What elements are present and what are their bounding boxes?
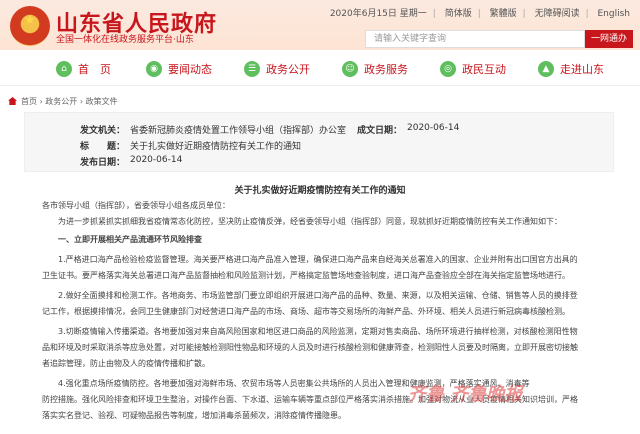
search-button[interactable]: 一网通办 (585, 30, 633, 48)
section-heading: 一、立即开展相关产品流通环节风险排查 (58, 235, 202, 244)
breadcrumb-text[interactable]: 首页 › 政务公开 › 政策文件 (21, 97, 118, 106)
nav-public[interactable]: ☰ 政务公开 (244, 52, 310, 86)
site-header: ★ 山东省人民政府 全国一体化在线政务服务平台·山东 2020年6月15日 星期… (0, 0, 640, 50)
para-2b: 记工作，根据摸排情况，会同卫生健康部门对经营进口海产品的市场、商场、超市等交易场… (42, 307, 570, 316)
pubdate-value: 2020-06-14 (130, 155, 183, 165)
current-date: 2020年6月15日 星期一 (329, 9, 427, 19)
site-subtitle: 全国一体化在线政务服务平台·山东 (56, 35, 194, 45)
pubdate-label: 发布日期： (80, 158, 126, 168)
date-label: 成文日期： (357, 126, 403, 136)
newspaper-watermark: 齐鲁 齐鲁晚报 (408, 384, 523, 405)
traditional-link[interactable]: 繁體版 (490, 9, 517, 19)
nav-service[interactable]: ☺ 政务服务 (342, 52, 408, 86)
title-value: 关于扎实做好近期疫情防控有关工作的通知 (130, 142, 302, 152)
home-icon (8, 97, 17, 105)
para-4c: 落实实名登记、验视、可疑物品报告等制度，增加消毒杀菌频次，消除疫情传播隐患。 (42, 411, 346, 420)
english-link[interactable]: English (598, 9, 631, 19)
nav-home[interactable]: ⌂ 首 页 (56, 52, 111, 86)
nav-interact[interactable]: ◎ 政民互动 (440, 52, 506, 86)
simplified-link[interactable]: 简体版 (445, 9, 472, 19)
nav-shandong[interactable]: ▲ 走进山东 (538, 52, 604, 86)
doc-greeting: 各市领导小组（指挥部），省委领导小组各成员单位： (42, 201, 230, 210)
top-links: 2020年6月15日 星期一 | 简体版 | 繁體版 | 无障碍阅读 | English (329, 9, 631, 19)
document-meta: 发文机关： 省委新冠肺炎疫情处置工作领导小组（指挥部）办公室 成文日期： 202… (24, 112, 614, 172)
document-title: 关于扎实做好近期疫情防控有关工作的通知 (234, 186, 406, 196)
nav-shandong-label: 走进山东 (560, 63, 604, 76)
main-nav: ⌂ 首 页 ◉ 要闻动态 ☰ 政务公开 ☺ 政务服务 ◎ 政民互动 ▲ 走进山东 (0, 52, 640, 86)
para-3b: 品和环境及时采取消杀等应急处置，对可能接触检测阳性物品和环境的人员及时进行核酸检… (42, 343, 578, 352)
issuer-label: 发文机关： (80, 126, 126, 136)
interact-icon: ◎ (440, 61, 456, 77)
national-emblem-logo[interactable]: ★ (10, 6, 50, 46)
date-value: 2020-06-14 (407, 123, 460, 133)
doc-intro: 为进一步抓紧抓实抓细我省疫情常态化防控，坚决防止疫情反弹，经省委领导小组（指挥部… (58, 217, 562, 226)
public-icon: ☰ (244, 61, 260, 77)
nav-service-label: 政务服务 (364, 63, 408, 76)
search-input[interactable]: 请输入关键字查询 (365, 30, 585, 48)
home-icon: ⌂ (56, 61, 72, 77)
nav-public-label: 政务公开 (266, 63, 310, 76)
breadcrumb[interactable]: 首页 › 政务公开 › 政策文件 (8, 96, 118, 107)
para-2a: 2.做好全面摸排和检测工作。各地商务、市场监管部门要立即组织开展进口海产品的品种… (58, 291, 578, 300)
nav-news[interactable]: ◉ 要闻动态 (146, 52, 212, 86)
title-label: 标 题： (80, 142, 126, 152)
news-icon: ◉ (146, 61, 162, 77)
shandong-icon: ▲ (538, 61, 554, 77)
para-1b: 卫生证书。要严格落实海关总署进口海产品监督抽检和风险监测计划，严格搞定监管场地查… (42, 271, 570, 280)
nav-home-label: 首 页 (78, 63, 111, 76)
para-1a: 1.严格进口海产品检验检疫监督管理。海关要严格进口海产品准入管理，确保进口海产品… (58, 255, 578, 264)
para-3c: 者追踪管理，防止由物及人的疫情传播和扩散。 (42, 359, 210, 368)
issuer-value: 省委新冠肺炎疫情处置工作领导小组（指挥部）办公室 (130, 126, 347, 136)
nav-interact-label: 政民互动 (462, 63, 506, 76)
nav-news-label: 要闻动态 (168, 63, 212, 76)
accessibility-link[interactable]: 无障碍阅读 (535, 9, 580, 19)
para-3a: 3.切断疫情输入传播渠道。各地要加强对来自高风险国家和地区进口商品的风险监测，定… (58, 327, 578, 336)
service-icon: ☺ (342, 61, 358, 77)
star-icon: ★ (24, 13, 36, 28)
